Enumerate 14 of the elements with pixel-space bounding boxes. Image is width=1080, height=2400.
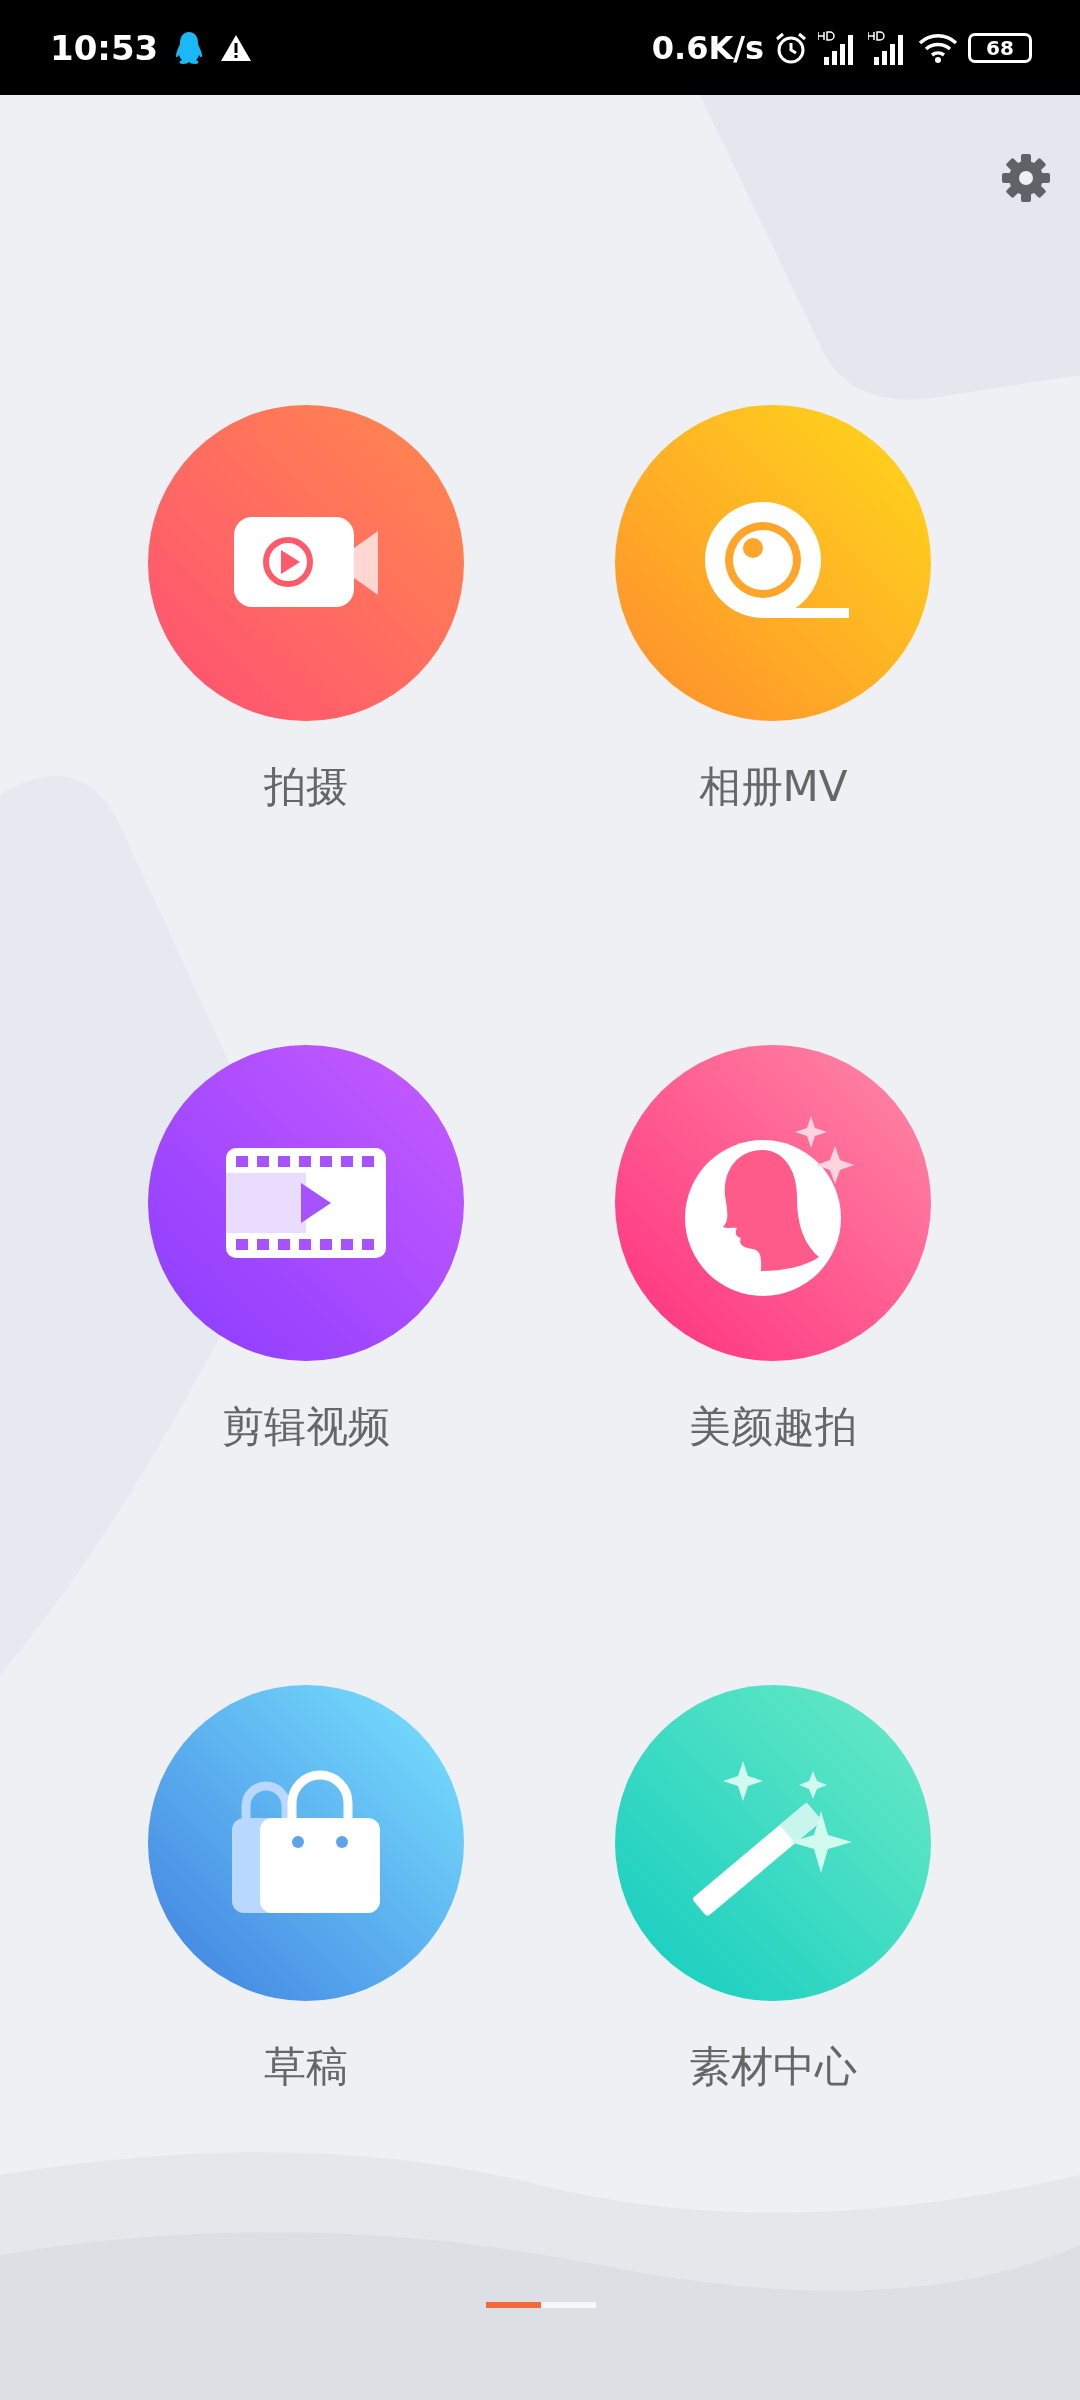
- feature-label: 素材中心: [689, 2041, 857, 2093]
- feature-label: 草稿: [264, 2041, 348, 2093]
- feature-label: 美颜趣拍: [689, 1401, 857, 1453]
- feature-label: 拍摄: [264, 761, 348, 813]
- penguin-icon: [174, 29, 205, 66]
- warning-icon: [220, 33, 253, 62]
- battery-icon: 68: [968, 32, 1032, 63]
- alarm-icon: [774, 30, 808, 65]
- feature-label: 剪辑视频: [222, 1401, 390, 1453]
- clock: 10:53: [50, 27, 159, 68]
- network-speed: 0.6K/s: [651, 28, 764, 67]
- settings-icon[interactable]: [1000, 152, 1052, 204]
- wifi-icon: [918, 31, 958, 64]
- feature-label: 相册MV: [698, 761, 848, 813]
